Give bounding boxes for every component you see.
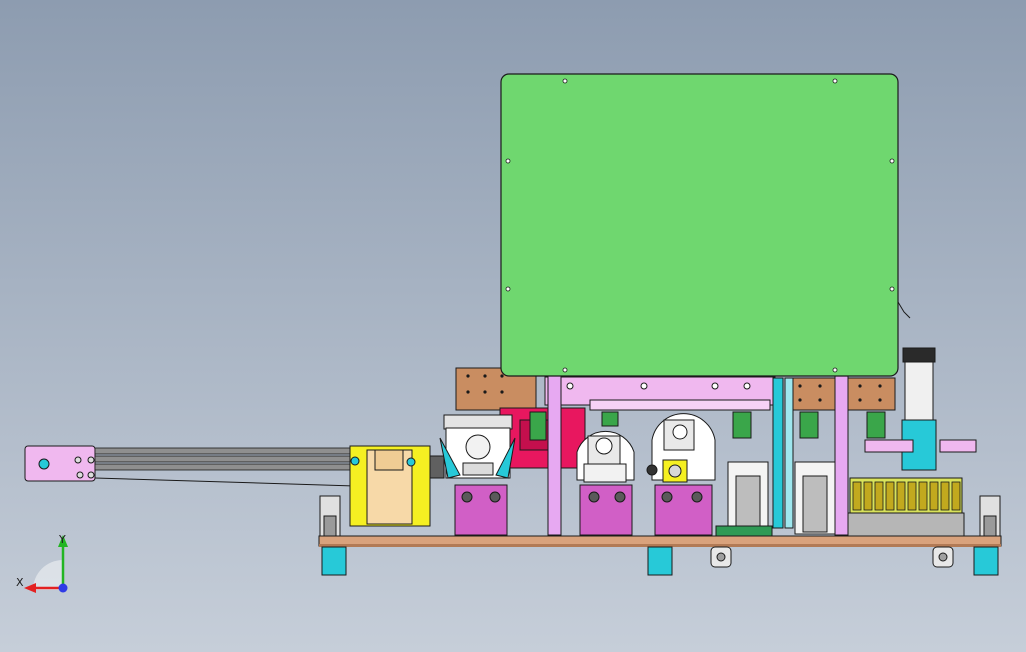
rail-end-hole	[38, 458, 50, 470]
column-2	[834, 371, 849, 536]
triad-x-label: X	[16, 576, 24, 589]
z-axis-dot	[58, 583, 68, 593]
station-1-roller	[465, 434, 491, 460]
cad-model-canvas[interactable]: X Y	[0, 0, 1026, 652]
view-triad[interactable]: X Y	[16, 533, 68, 593]
rail-rod-2	[94, 455, 356, 463]
triad-y-label: Y	[58, 533, 66, 546]
rail-rod-1	[94, 447, 356, 455]
station-2-base	[579, 484, 633, 536]
slide-rail-assembly	[24, 445, 445, 527]
cyan-rod	[772, 377, 784, 529]
end-post-right-inner	[983, 515, 997, 537]
cad-viewport[interactable]: X Y	[0, 0, 1026, 652]
foot-center	[647, 546, 673, 576]
rail-end-block	[24, 445, 96, 482]
lug-1-hole	[716, 552, 726, 562]
terminal-block	[847, 477, 965, 537]
end-post-left-inner	[323, 515, 337, 537]
rail-rod-3	[94, 463, 356, 471]
green-cover-panel[interactable]	[500, 73, 911, 377]
column-1	[547, 371, 562, 536]
lug-2-hole	[938, 552, 948, 562]
triad-shade	[33, 560, 63, 590]
actuator-cylinder	[904, 351, 934, 425]
foot-right	[973, 546, 999, 576]
station-3-base	[654, 484, 713, 536]
station-1-base	[454, 484, 508, 536]
foot-left	[321, 546, 347, 576]
